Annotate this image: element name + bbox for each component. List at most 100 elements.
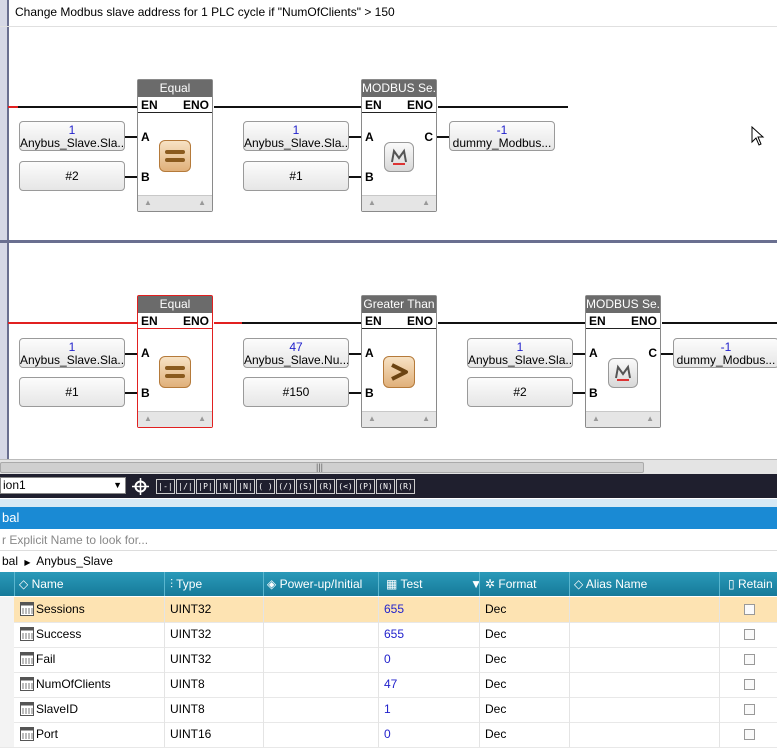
- ladder-element-button[interactable]: (N): [376, 479, 395, 494]
- cell-test[interactable]: 655: [378, 622, 479, 647]
- ladder-element-button[interactable]: (P): [356, 479, 375, 494]
- tag-icon: ◇: [19, 577, 29, 591]
- column-format[interactable]: ✲ Format: [479, 572, 574, 596]
- function-block-equal[interactable]: Equal EN ENO A B ▲ ▲: [137, 295, 213, 428]
- grip-icon: |||: [316, 462, 324, 472]
- retain-checkbox[interactable]: [744, 604, 755, 615]
- cell-name: SlaveID: [36, 702, 79, 716]
- pin-c: C: [424, 130, 433, 144]
- equal-icon: [159, 356, 191, 388]
- breadcrumb-item[interactable]: Anybus_Slave: [36, 554, 113, 568]
- ladder-element-button[interactable]: |N|: [216, 479, 235, 494]
- cell-power-up[interactable]: [263, 697, 378, 722]
- ladder-rung-1: Change Modbus slave address for 1 PLC cy…: [0, 0, 777, 240]
- cell-alias[interactable]: [569, 622, 719, 647]
- variable-icon: [20, 702, 34, 716]
- pin-b: B: [365, 386, 374, 400]
- ladder-element-button[interactable]: (/): [276, 479, 295, 494]
- power-icon: ◈: [267, 577, 277, 591]
- cell-test[interactable]: 1: [378, 697, 479, 722]
- output-variable[interactable]: -1 dummy_Modbus...: [673, 338, 777, 368]
- pin-b: B: [141, 386, 150, 400]
- ladder-rung-2: Equal EN ENO A B ▲ ▲ Greater Than EN ENO A …: [0, 243, 777, 459]
- output-variable[interactable]: -1 dummy_Modbus...: [449, 121, 555, 151]
- column-type[interactable]: ⫶ Type: [164, 572, 268, 596]
- column-retain[interactable]: ▯ Retain: [719, 572, 777, 596]
- input-variable[interactable]: 1 Anybus_Slave.Sla...: [19, 338, 125, 368]
- cell-alias[interactable]: [569, 722, 719, 747]
- cell-name: Sessions: [36, 602, 85, 616]
- cell-alias[interactable]: [569, 647, 719, 672]
- ladder-element-button[interactable]: ( ): [256, 479, 275, 494]
- cell-format[interactable]: Dec: [479, 697, 569, 722]
- mouse-cursor-icon: [751, 126, 765, 146]
- cell-power-up[interactable]: [263, 597, 378, 622]
- retain-checkbox[interactable]: [744, 704, 755, 715]
- network-select[interactable]: ion1 ▼: [0, 477, 126, 494]
- table-row[interactable]: SlaveID UINT8 1 Dec: [0, 697, 777, 723]
- table-row[interactable]: Success UINT32 655 Dec: [0, 622, 777, 648]
- function-block-equal[interactable]: Equal EN ENO A B ▲ ▲: [137, 79, 213, 212]
- constant-literal[interactable]: #1: [243, 161, 349, 191]
- ladder-element-button[interactable]: (R): [316, 479, 335, 494]
- block-title: Equal: [138, 80, 212, 97]
- constant-literal[interactable]: #2: [19, 161, 125, 191]
- breadcrumb-root[interactable]: bal: [0, 554, 18, 568]
- cell-test[interactable]: 0: [378, 647, 479, 672]
- cell-format[interactable]: Dec: [479, 597, 569, 622]
- pin-b: B: [589, 386, 598, 400]
- cell-power-up[interactable]: [263, 622, 378, 647]
- table-row[interactable]: Fail UINT32 0 Dec: [0, 647, 777, 673]
- ladder-element-button[interactable]: (R): [396, 479, 415, 494]
- table-row[interactable]: Sessions UINT32 655 Dec: [0, 597, 777, 623]
- ladder-element-button[interactable]: |-|: [156, 479, 175, 494]
- cell-power-up[interactable]: [263, 672, 378, 697]
- function-block-modbus[interactable]: MODBUS Se... EN ENO A B C ▲ ▲: [585, 295, 661, 428]
- column-test[interactable]: ▦ Test ▼: [378, 572, 486, 596]
- cell-test[interactable]: 655: [378, 597, 479, 622]
- retain-checkbox[interactable]: [744, 679, 755, 690]
- constant-literal[interactable]: #2: [467, 377, 573, 407]
- table-row[interactable]: NumOfClients UINT8 47 Dec: [0, 672, 777, 698]
- cell-test[interactable]: 47: [378, 672, 479, 697]
- search-input[interactable]: r Explicit Name to look for...: [0, 530, 777, 551]
- column-name[interactable]: ◇ Name: [14, 572, 168, 596]
- cell-format[interactable]: Dec: [479, 622, 569, 647]
- cell-alias[interactable]: [569, 697, 719, 722]
- cell-format[interactable]: Dec: [479, 672, 569, 697]
- retain-checkbox[interactable]: [744, 654, 755, 665]
- column-alias[interactable]: ◇ Alias Name: [569, 572, 723, 596]
- ladder-element-button[interactable]: |N|: [236, 479, 255, 494]
- function-block-greater-than[interactable]: Greater Than EN ENO A B ▲ ▲: [361, 295, 437, 428]
- chevron-right-icon: ▶: [24, 558, 31, 567]
- retain-checkbox[interactable]: [744, 629, 755, 640]
- variable-icon: [20, 627, 34, 641]
- constant-literal[interactable]: #150: [243, 377, 349, 407]
- cell-format[interactable]: Dec: [479, 722, 569, 747]
- table-row[interactable]: Port UINT16 0 Dec: [0, 722, 777, 748]
- input-variable[interactable]: 1 Anybus_Slave.Sla...: [19, 121, 125, 151]
- cell-type: UINT32: [164, 622, 263, 647]
- horizontal-scrollbar[interactable]: |||: [0, 459, 777, 474]
- ladder-element-button[interactable]: |P|: [196, 479, 215, 494]
- cell-power-up[interactable]: [263, 722, 378, 747]
- retain-checkbox[interactable]: [744, 729, 755, 740]
- input-variable[interactable]: 47 Anybus_Slave.Nu...: [243, 338, 349, 368]
- ladder-element-button[interactable]: (S): [296, 479, 315, 494]
- pin-b: B: [141, 170, 150, 184]
- ladder-element-button[interactable]: |/|: [176, 479, 195, 494]
- cell-test[interactable]: 0: [378, 722, 479, 747]
- constant-literal[interactable]: #1: [19, 377, 125, 407]
- cell-alias[interactable]: [569, 672, 719, 697]
- crosshair-icon[interactable]: [132, 478, 149, 495]
- function-block-modbus[interactable]: MODBUS Se... EN ENO A B C ▲ ▲: [361, 79, 437, 212]
- modbus-icon: [384, 142, 414, 172]
- ladder-element-button[interactable]: (<): [336, 479, 355, 494]
- cell-format[interactable]: Dec: [479, 647, 569, 672]
- cell-alias[interactable]: [569, 597, 719, 622]
- cell-power-up[interactable]: [263, 647, 378, 672]
- column-power-up[interactable]: ◈ Power-up/Initial: [263, 572, 381, 596]
- input-variable[interactable]: 1 Anybus_Slave.Sla...: [467, 338, 573, 368]
- cell-name: Success: [36, 627, 82, 641]
- input-variable[interactable]: 1 Anybus_Slave.Sla...: [243, 121, 349, 151]
